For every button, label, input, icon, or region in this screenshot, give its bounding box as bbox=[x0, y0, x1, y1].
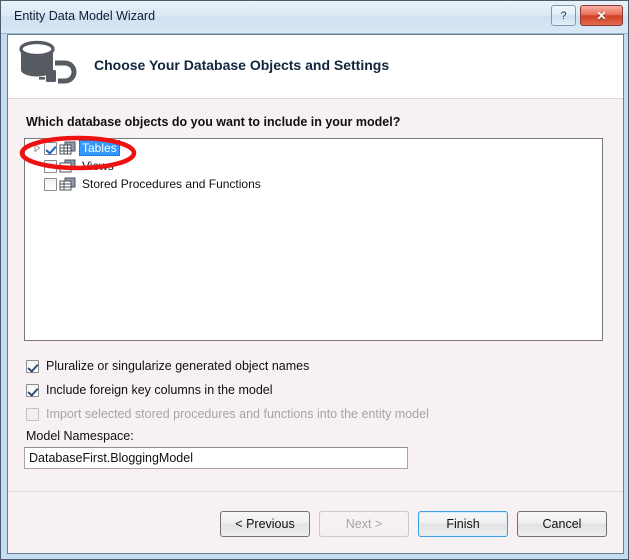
foreign-keys-label: Include foreign key columns in the model bbox=[46, 383, 273, 397]
option-import-procedures: Import selected stored procedures and fu… bbox=[26, 407, 429, 421]
next-button: Next > bbox=[319, 511, 409, 537]
database-connection-icon bbox=[15, 37, 77, 95]
import-procedures-checkbox bbox=[26, 407, 39, 421]
close-button[interactable]: ✕ bbox=[580, 5, 623, 26]
option-pluralize[interactable]: Pluralize or singularize generated objec… bbox=[26, 359, 309, 373]
help-button[interactable]: ? bbox=[551, 5, 576, 26]
pluralize-label: Pluralize or singularize generated objec… bbox=[46, 359, 310, 373]
tree-node-label: Stored Procedures and Functions bbox=[82, 177, 261, 191]
view-icon bbox=[59, 159, 76, 174]
foreign-keys-checkbox[interactable] bbox=[26, 383, 39, 397]
finish-button[interactable]: Finish bbox=[418, 511, 508, 537]
database-objects-tree[interactable]: Tables Views Stored Procedures and Functio… bbox=[24, 138, 603, 341]
procedure-icon bbox=[59, 177, 76, 192]
window-title: Entity Data Model Wizard bbox=[14, 9, 156, 23]
tree-node-checkbox[interactable] bbox=[44, 159, 57, 173]
tree-node-checkbox[interactable] bbox=[44, 141, 57, 155]
import-procedures-label: Import selected stored procedures and fu… bbox=[46, 407, 429, 421]
pluralize-checkbox[interactable] bbox=[26, 359, 39, 373]
cancel-button[interactable]: Cancel bbox=[517, 511, 607, 537]
expand-chevron-icon[interactable] bbox=[30, 141, 44, 155]
dialog-buttons: < Previous Next > Finish Cancel bbox=[220, 511, 607, 537]
tree-node-tables[interactable]: Tables bbox=[25, 139, 602, 157]
title-bar: Entity Data Model Wizard ? ✕ bbox=[1, 1, 628, 34]
tree-node-views[interactable]: Views bbox=[25, 157, 602, 175]
option-foreign-keys[interactable]: Include foreign key columns in the model bbox=[26, 383, 273, 397]
wizard-footer: < Previous Next > Finish Cancel bbox=[8, 491, 623, 554]
table-icon bbox=[59, 141, 76, 156]
tree-node-label: Views bbox=[82, 159, 114, 173]
tree-node-stored[interactable]: Stored Procedures and Functions bbox=[25, 175, 602, 193]
window-controls: ? ✕ bbox=[551, 5, 623, 26]
prompt-label: Which database objects do you want to in… bbox=[26, 115, 401, 129]
previous-button[interactable]: < Previous bbox=[220, 511, 310, 537]
entity-data-model-wizard-window: Entity Data Model Wizard ? ✕ Choose Your… bbox=[0, 0, 629, 560]
page-title: Choose Your Database Objects and Setting… bbox=[94, 57, 390, 73]
tree-node-checkbox[interactable] bbox=[44, 177, 57, 191]
model-namespace-input[interactable] bbox=[24, 447, 408, 469]
wizard-body: Which database objects do you want to in… bbox=[8, 99, 623, 491]
tree-node-label: Tables bbox=[79, 140, 120, 156]
wizard-header: Choose Your Database Objects and Setting… bbox=[8, 35, 623, 99]
model-namespace-label: Model Namespace: bbox=[26, 429, 134, 443]
